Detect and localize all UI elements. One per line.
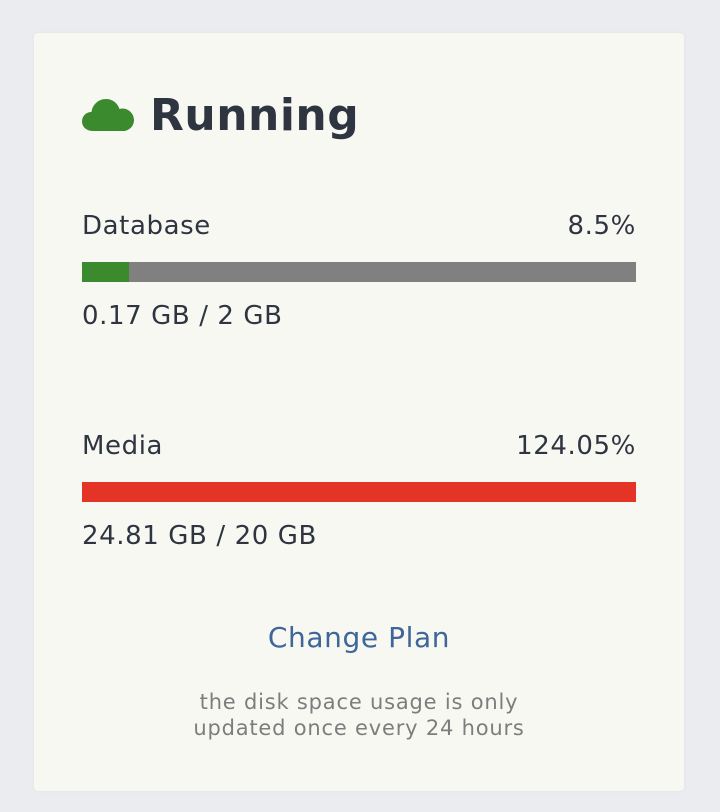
disk-usage-card: Running Database 8.5% 0.17 GB / 2 GB Med… [34, 33, 684, 791]
cloud-icon [82, 98, 134, 132]
media-label: Media [82, 431, 164, 461]
database-progress-fill [82, 262, 130, 282]
media-meter: Media 124.05% 24.81 GB / 20 GB [82, 428, 636, 554]
note-line-1: the disk space usage is only [199, 690, 519, 714]
database-meter: Database 8.5% 0.17 GB / 2 GB [82, 208, 636, 334]
media-meter-header: Media 124.05% [82, 428, 636, 464]
database-meter-header: Database 8.5% [82, 208, 636, 244]
change-plan-link[interactable]: Change Plan [34, 621, 684, 654]
media-progress-fill [82, 482, 636, 502]
database-progress-bar [82, 262, 636, 282]
database-label: Database [82, 211, 211, 241]
media-percent: 124.05% [516, 431, 636, 461]
status-header: Running [82, 85, 359, 145]
database-percent: 8.5% [567, 211, 636, 241]
usage-update-note: the disk space usage is only updated onc… [34, 689, 684, 741]
note-line-2: updated once every 24 hours [193, 716, 525, 740]
status-label: Running [150, 89, 360, 141]
database-usage: 0.17 GB / 2 GB [82, 301, 283, 331]
media-progress-bar [82, 482, 636, 502]
media-usage: 24.81 GB / 20 GB [82, 521, 317, 551]
